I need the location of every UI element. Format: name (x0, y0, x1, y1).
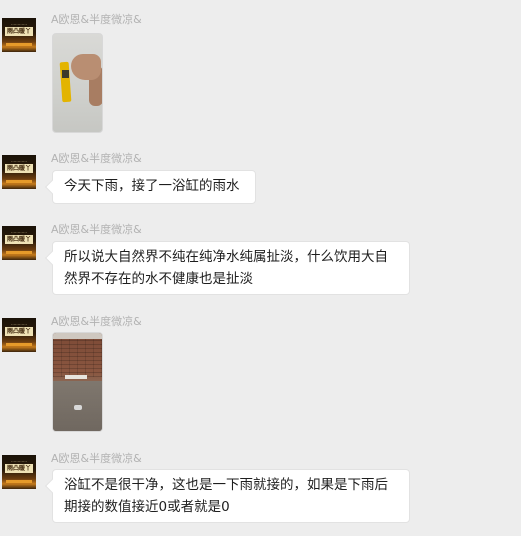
avatar-plaque: 雨凸暖丫 (5, 327, 33, 336)
sender-name: A欧恩&半度微凉& (51, 223, 142, 236)
avatar[interactable]: ………… 雨凸暖丫 (2, 155, 36, 189)
message-text-line: 浴缸不是很干净，这也是一下雨就接的，如果是下雨后 (64, 477, 388, 493)
avatar[interactable]: ………… 雨凸暖丫 (2, 455, 36, 489)
avatar[interactable]: ………… 雨凸暖丫 (2, 226, 36, 260)
avatar-plaque: 雨凸暖丫 (5, 27, 33, 36)
avatar[interactable]: ………… 雨凸暖丫 (2, 18, 36, 52)
avatar-caption: ………… (11, 158, 27, 163)
avatar-sunset (6, 343, 32, 346)
avatar[interactable]: ………… 雨凸暖丫 (2, 318, 36, 352)
photo-meter-screen (62, 70, 69, 78)
message-text: 今天下雨，接了一浴缸的雨水 (64, 178, 240, 194)
photo-hand (71, 54, 101, 80)
avatar-sunset (6, 251, 32, 254)
image-message-meter[interactable] (52, 33, 103, 133)
message-text-line: 然界不存在的水不健康也是扯淡 (64, 271, 253, 287)
message-text-line: 所以说大自然界不纯在纯净水纯属扯淡，什么饮用大自 (64, 249, 388, 265)
avatar-caption: ………… (11, 229, 27, 234)
photo-brick-wall (53, 339, 102, 377)
message-text-line: 期接的数值接近0或者就是0 (64, 499, 230, 515)
avatar-plaque: 雨凸暖丫 (5, 235, 33, 244)
text-message-bubble[interactable]: 浴缸不是很干净，这也是一下雨就接的，如果是下雨后 期接的数值接近0或者就是0 (52, 469, 410, 523)
chat-window: ………… 雨凸暖丫 A欧恩&半度微凉& ………… 雨凸暖丫 A欧恩&半度微凉& … (0, 0, 521, 536)
sender-name: A欧恩&半度微凉& (51, 13, 142, 26)
avatar-plaque: 雨凸暖丫 (5, 164, 33, 173)
sender-name: A欧恩&半度微凉& (51, 315, 142, 328)
avatar-sunset (6, 480, 32, 483)
sender-name: A欧恩&半度微凉& (51, 452, 142, 465)
image-message-yard[interactable] (52, 332, 103, 432)
photo-bucket (74, 405, 82, 410)
avatar-sunset (6, 43, 32, 46)
text-message-bubble[interactable]: 所以说大自然界不纯在纯净水纯属扯淡，什么饮用大自 然界不存在的水不健康也是扯淡 (52, 241, 410, 295)
photo-bench (65, 375, 87, 379)
avatar-plaque: 雨凸暖丫 (5, 464, 33, 473)
avatar-caption: ………… (11, 321, 27, 326)
avatar-caption: ………… (11, 21, 27, 26)
sender-name: A欧恩&半度微凉& (51, 152, 142, 165)
avatar-sunset (6, 180, 32, 183)
photo-tds-meter (59, 61, 72, 103)
text-message-bubble[interactable]: 今天下雨，接了一浴缸的雨水 (52, 170, 256, 204)
avatar-caption: ………… (11, 458, 27, 463)
